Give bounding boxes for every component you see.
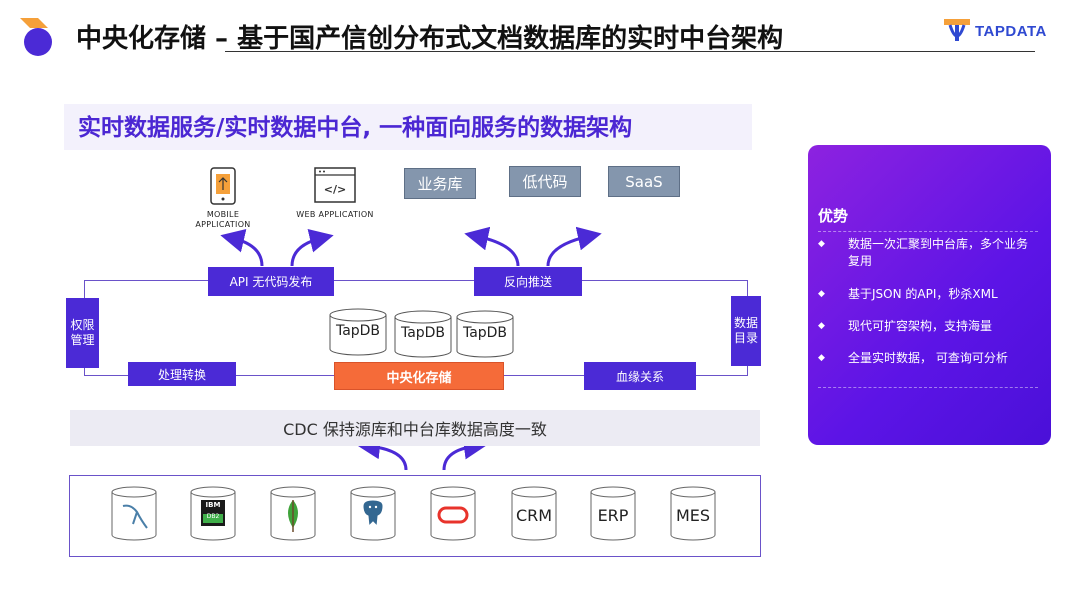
mongodb-db-icon	[270, 486, 316, 541]
crm-label: CRM	[515, 506, 553, 525]
catalog-pill: 数据目录	[731, 296, 761, 366]
sources-frame	[69, 475, 761, 557]
bullet-icon: ◆	[818, 353, 825, 363]
permission-pill: 权限管理	[66, 298, 99, 368]
db2-label: DB2	[206, 513, 220, 520]
advantages-title: 优势	[818, 207, 849, 225]
api-publish-pill: API 无代码发布	[208, 267, 334, 296]
cdc-band: CDC 保持源库和中台库数据高度一致	[70, 410, 760, 446]
bullet-icon: ◆	[818, 289, 825, 299]
advantages-divider	[818, 231, 1038, 232]
tapdb-label: TapDB	[335, 323, 381, 339]
mysql-db-icon	[111, 486, 157, 541]
bullet-icon: ◆	[818, 239, 825, 249]
postgresql-db-icon	[350, 486, 396, 541]
tapdb-label: TapDB	[462, 325, 508, 341]
advantage-item: 基于JSON 的API，秒杀XML	[848, 287, 998, 301]
erp-label: ERP	[597, 506, 629, 525]
advantages-divider	[818, 387, 1038, 388]
tapdb-label: TapDB	[400, 325, 446, 341]
reverse-push-pill: 反向推送	[474, 267, 582, 296]
advantage-item: 现代可扩容架构，支持海量	[848, 319, 993, 333]
advantage-item: 数据一次汇聚到中台库，多个业务复用	[848, 237, 1029, 268]
process-transform-pill: 处理转换	[128, 362, 236, 386]
advantages-panel: 优势 ◆ 数据一次汇聚到中台库，多个业务复用 ◆ 基于JSON 的API，秒杀X…	[808, 145, 1051, 445]
advantage-item: 全量实时数据， 可查询可分析	[848, 351, 1008, 365]
oracle-db-icon	[430, 486, 476, 541]
bullet-icon: ◆	[818, 321, 825, 331]
db2-brand-label: IBM	[205, 501, 221, 509]
central-storage-box: 中央化存储	[334, 362, 504, 390]
lineage-pill: 血缘关系	[584, 362, 696, 390]
mes-label: MES	[675, 506, 711, 525]
